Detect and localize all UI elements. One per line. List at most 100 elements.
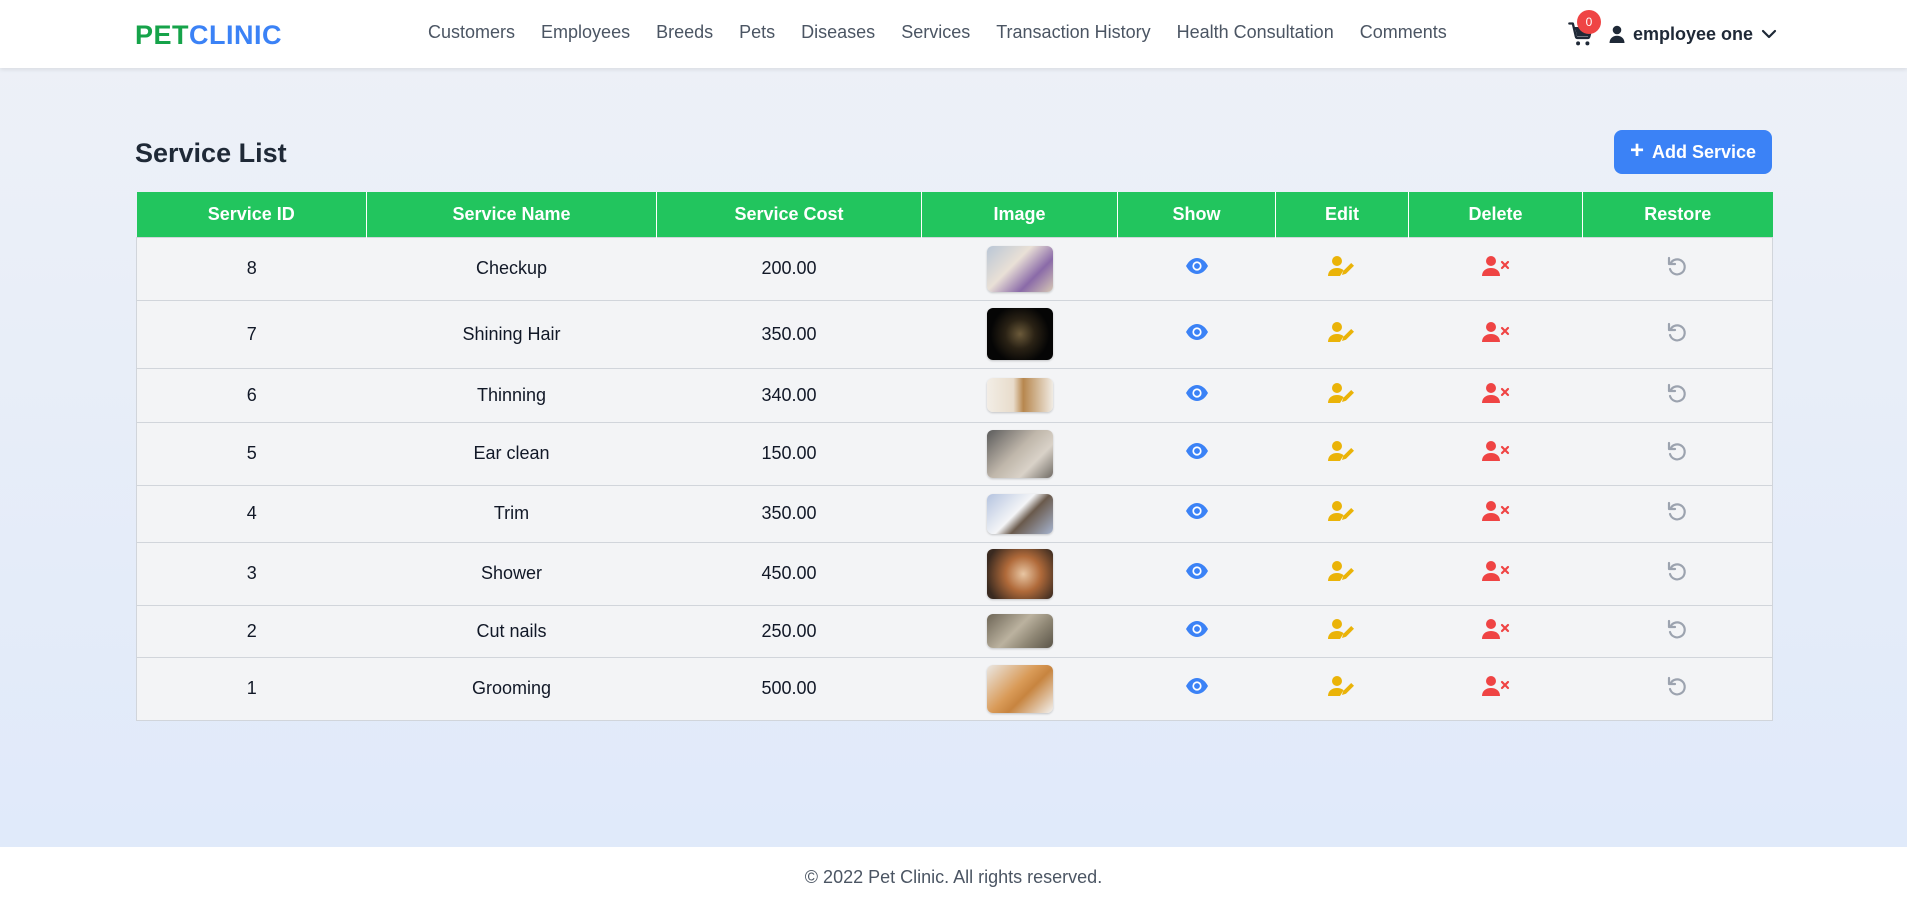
header-restore: Restore — [1582, 192, 1773, 237]
restore-button[interactable] — [1666, 560, 1688, 587]
restore-icon — [1668, 256, 1687, 276]
restore-button[interactable] — [1666, 255, 1688, 282]
nav-link-transaction-history[interactable]: Transaction History — [996, 22, 1150, 43]
header-service-cost[interactable]: Service Cost — [656, 192, 922, 237]
cell-restore — [1582, 367, 1773, 422]
edit-button[interactable] — [1328, 675, 1356, 702]
restore-button[interactable] — [1666, 382, 1688, 409]
restore-button[interactable] — [1666, 440, 1688, 467]
show-button[interactable] — [1185, 442, 1209, 465]
delete-button[interactable] — [1481, 560, 1510, 587]
edit-button[interactable] — [1328, 382, 1356, 409]
nav-link-diseases[interactable]: Diseases — [801, 22, 875, 43]
restore-icon — [1668, 619, 1687, 638]
user-edit-icon — [1328, 321, 1354, 342]
header-service-name[interactable]: Service Name — [366, 192, 657, 237]
restore-icon — [1668, 441, 1687, 461]
cell-show — [1117, 367, 1276, 422]
nav-link-breeds[interactable]: Breeds — [656, 22, 713, 43]
user-delete-icon — [1481, 561, 1509, 581]
cell-service-cost: 350.00 — [656, 299, 922, 368]
show-button[interactable] — [1185, 257, 1209, 280]
cell-show — [1117, 484, 1276, 542]
service-thumbnail[interactable] — [986, 429, 1053, 478]
restore-icon — [1668, 501, 1687, 521]
header-image: Image — [921, 192, 1118, 237]
cell-image — [921, 656, 1118, 721]
edit-button[interactable] — [1328, 255, 1356, 282]
nav-link-comments[interactable]: Comments — [1360, 22, 1447, 43]
eye-icon — [1185, 384, 1208, 401]
eye-icon — [1185, 620, 1208, 637]
delete-button[interactable] — [1481, 440, 1510, 467]
add-service-button[interactable]: + Add Service — [1614, 130, 1772, 174]
service-thumbnail[interactable] — [986, 493, 1053, 534]
delete-button[interactable] — [1481, 618, 1510, 645]
delete-button[interactable] — [1481, 255, 1510, 282]
show-button[interactable] — [1185, 323, 1209, 346]
service-thumbnail[interactable] — [986, 308, 1053, 360]
edit-button[interactable] — [1328, 560, 1356, 587]
delete-button[interactable] — [1481, 500, 1510, 527]
show-button[interactable] — [1185, 620, 1209, 643]
service-thumbnail[interactable] — [986, 614, 1053, 648]
edit-button[interactable] — [1328, 440, 1356, 467]
cell-show — [1117, 236, 1276, 300]
chevron-down-icon — [1761, 29, 1777, 39]
restore-button[interactable] — [1666, 500, 1688, 527]
user-icon — [1609, 25, 1625, 43]
cell-restore — [1582, 299, 1773, 368]
cell-service-cost: 350.00 — [656, 484, 922, 542]
header-service-id[interactable]: Service ID — [136, 192, 367, 237]
nav-link-services[interactable]: Services — [901, 22, 970, 43]
show-button[interactable] — [1185, 502, 1209, 525]
delete-button[interactable] — [1481, 321, 1510, 348]
cell-delete — [1408, 484, 1583, 542]
table-row: 7 Shining Hair 350.00 — [136, 299, 1773, 368]
brand-logo[interactable]: PETCLINIC — [135, 20, 282, 51]
cell-edit — [1275, 656, 1409, 721]
edit-button[interactable] — [1328, 500, 1356, 527]
service-thumbnail[interactable] — [986, 548, 1053, 599]
delete-button[interactable] — [1481, 675, 1510, 702]
user-edit-icon — [1328, 256, 1354, 276]
restore-button[interactable] — [1666, 675, 1688, 702]
table-row: 3 Shower 450.00 — [136, 541, 1773, 605]
cell-delete — [1408, 299, 1583, 368]
navbar: PETCLINIC Customers Employees Breeds Pet… — [0, 0, 1907, 68]
eye-icon — [1185, 563, 1208, 579]
cell-edit — [1275, 604, 1409, 657]
user-edit-icon — [1328, 676, 1354, 696]
show-button[interactable] — [1185, 384, 1209, 407]
cart-count-badge: 0 — [1577, 10, 1601, 34]
eye-icon — [1185, 503, 1208, 519]
nav-link-customers[interactable]: Customers — [428, 22, 515, 43]
service-thumbnail[interactable] — [986, 378, 1053, 412]
brand-part-1: PET — [135, 20, 190, 50]
delete-button[interactable] — [1481, 382, 1510, 409]
user-menu[interactable]: employee one — [1609, 20, 1777, 48]
cell-image — [921, 604, 1118, 657]
edit-button[interactable] — [1328, 618, 1356, 645]
nav-link-employees[interactable]: Employees — [541, 22, 630, 43]
service-table: Service ID Service Name Service Cost Ima… — [136, 192, 1773, 721]
cell-show — [1117, 656, 1276, 721]
edit-button[interactable] — [1328, 321, 1356, 348]
service-table-container: Service ID Service Name Service Cost Ima… — [136, 192, 1773, 721]
cell-restore — [1582, 656, 1773, 721]
service-thumbnail[interactable] — [986, 245, 1053, 292]
cell-service-name: Ear clean — [366, 421, 657, 485]
user-edit-icon — [1328, 441, 1354, 461]
table-row: 8 Checkup 200.00 — [136, 236, 1773, 300]
cell-service-id: 3 — [136, 541, 367, 605]
restore-button[interactable] — [1666, 618, 1688, 645]
restore-button[interactable] — [1666, 321, 1688, 348]
header-show: Show — [1117, 192, 1276, 237]
cell-edit — [1275, 541, 1409, 605]
service-thumbnail[interactable] — [986, 664, 1053, 713]
cell-service-id: 2 — [136, 604, 367, 657]
nav-link-pets[interactable]: Pets — [739, 22, 775, 43]
show-button[interactable] — [1185, 677, 1209, 700]
nav-link-health-consultation[interactable]: Health Consultation — [1177, 22, 1334, 43]
show-button[interactable] — [1185, 562, 1209, 585]
